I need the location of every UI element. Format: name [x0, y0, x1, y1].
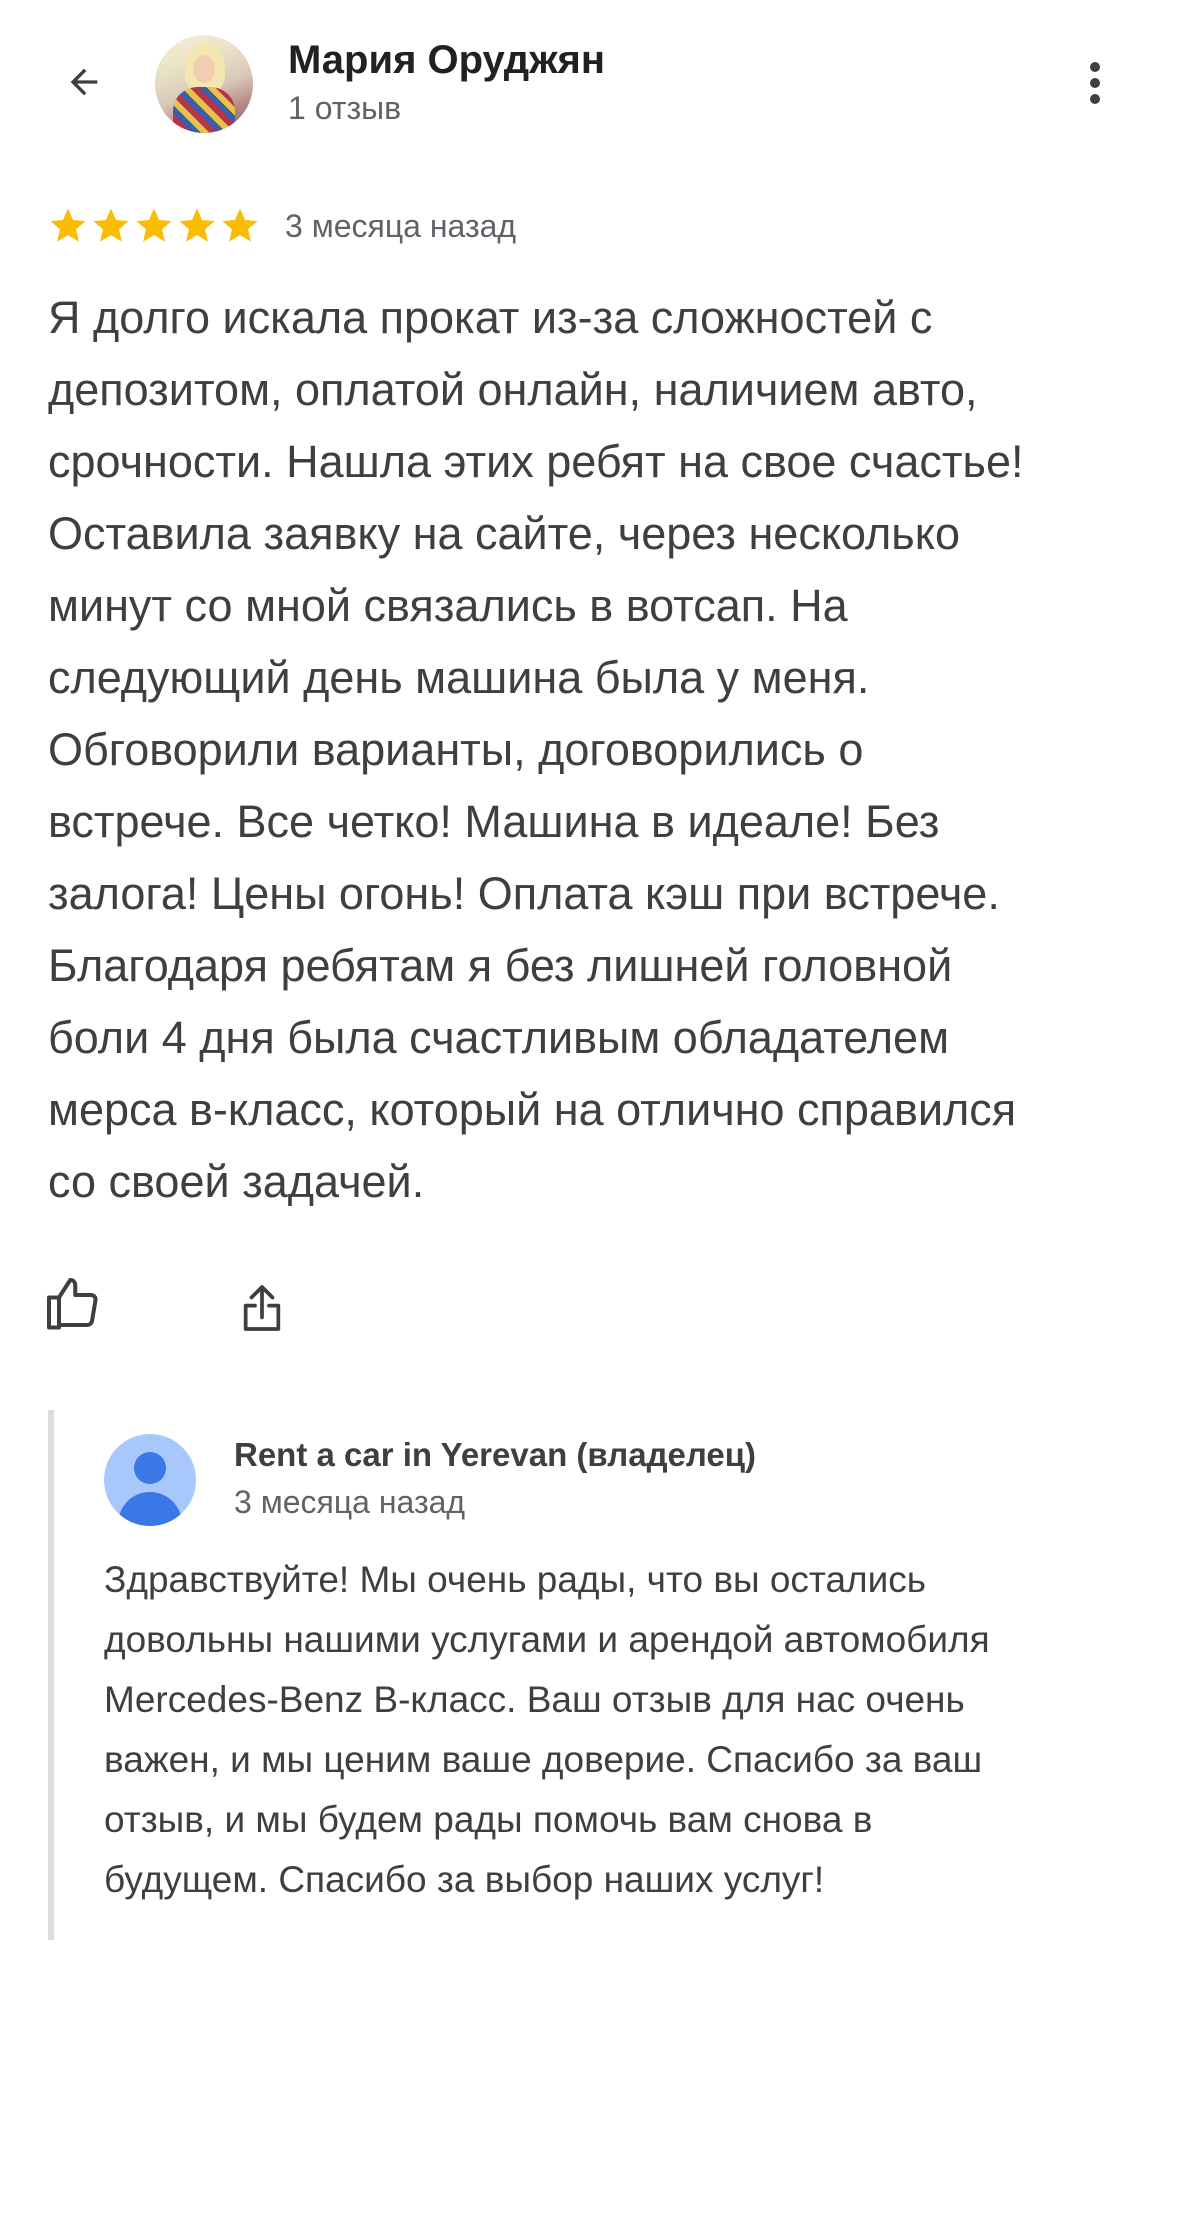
- star-icon: [50, 208, 86, 242]
- star-icon: [136, 208, 172, 242]
- review-date: 3 месяца назад: [285, 207, 517, 244]
- rating-row: 3 месяца назад: [47, 202, 516, 250]
- owner-reply-date: 3 месяца назад: [234, 1484, 466, 1520]
- share-icon: [243, 1285, 281, 1331]
- owner-avatar-shoulders: [118, 1492, 182, 1526]
- like-button[interactable]: [44, 1275, 114, 1345]
- review-header: Мария Оруджян 1 отзыв: [0, 0, 1179, 170]
- thumb-up-icon: [47, 1278, 98, 1330]
- reviewer-name[interactable]: Мария Оруджян: [288, 38, 605, 83]
- back-button[interactable]: [44, 42, 124, 122]
- owner-reply: Rent a car in Yerevan (владелец) 3 месяц…: [48, 1410, 1144, 1940]
- owner-avatar[interactable]: [104, 1434, 196, 1526]
- owner-name: Rent a car in Yerevan (владелец): [234, 1436, 757, 1473]
- more-options-button[interactable]: [1060, 48, 1130, 118]
- review-text: Я долго искала прокат из-за сложностей с…: [48, 292, 1024, 1207]
- avatar-face: [193, 55, 215, 83]
- star-icon: [179, 208, 215, 242]
- reviewer-review-count: 1 отзыв: [288, 90, 402, 126]
- share-button[interactable]: [234, 1280, 304, 1350]
- owner-avatar-head: [134, 1452, 166, 1484]
- star-rating: [47, 205, 261, 247]
- star-icon: [222, 208, 258, 242]
- avatar-body: [173, 87, 235, 133]
- arrow-back-icon: [70, 68, 98, 96]
- more-vert-icon: [1090, 62, 1100, 104]
- owner-reply-text: Здравствуйте! Мы очень рады, что вы оста…: [104, 1559, 990, 1900]
- user-avatar[interactable]: [155, 35, 253, 133]
- star-icon: [93, 208, 129, 242]
